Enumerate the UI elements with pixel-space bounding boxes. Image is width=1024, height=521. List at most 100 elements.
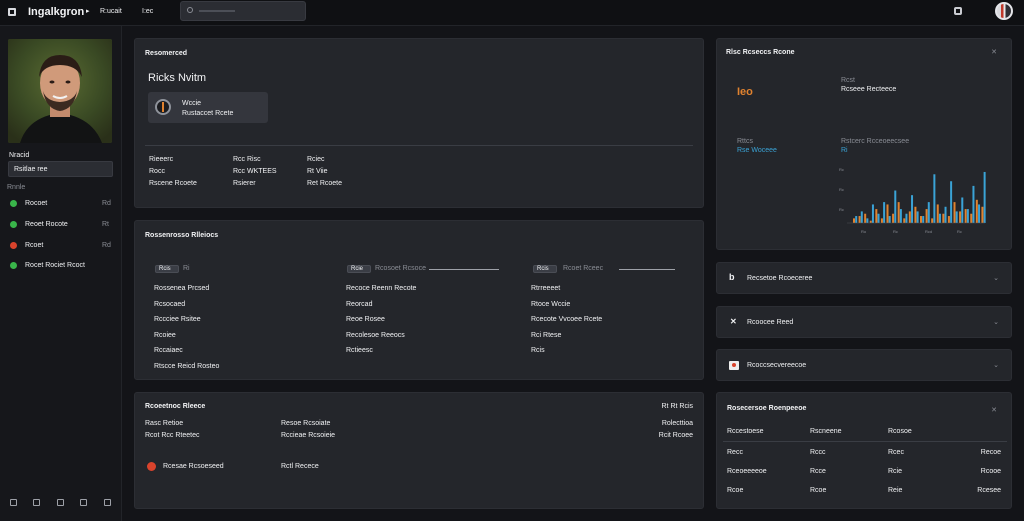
profile-photo xyxy=(8,39,112,143)
table-cell: Rcoe xyxy=(810,487,827,494)
table-title: Rosecersoe Roenpeeoe xyxy=(727,405,807,412)
chart-bar xyxy=(853,218,855,223)
summary-cell: Rcit Rcoee xyxy=(658,432,693,439)
sidebar-field-value: Rsitlae ree xyxy=(14,166,48,173)
chart-bar xyxy=(944,206,947,223)
collapsible-row-3[interactable]: Rcoccsecvereecoe ⌄ xyxy=(716,349,1012,381)
metric-label-2: Rttcs xyxy=(737,138,753,145)
column-tag: Rcis xyxy=(533,265,557,273)
collapsible-row-1[interactable]: b Recsetoe Rcoeceree ⌄ xyxy=(716,262,1012,294)
profile-chip[interactable]: Wccie Rustaccet Rcete xyxy=(148,92,268,123)
sidebar-item-1[interactable]: Rocoet Rd xyxy=(0,197,121,211)
settings-icon[interactable] xyxy=(104,499,111,506)
notification-icon[interactable] xyxy=(954,7,962,15)
sidebar-section-label: Nracid xyxy=(9,152,30,159)
breadcrumb-item-1[interactable]: R:ucait xyxy=(100,8,122,15)
y-tick-label: Rc xyxy=(839,167,844,172)
sidebar-item-label: Rocet Rociet Rcoct xyxy=(25,262,85,269)
home-icon[interactable] xyxy=(10,499,17,506)
grid-icon[interactable] xyxy=(33,499,40,506)
chart-bar xyxy=(922,216,925,223)
stat-cell: Rciec xyxy=(307,156,325,163)
column-tag: Rcis xyxy=(155,265,179,273)
lock-icon[interactable] xyxy=(57,499,64,506)
profile-name: Ricks Nvitm xyxy=(148,72,207,84)
sidebar-item-3[interactable]: Rcoet Rd xyxy=(0,239,121,253)
chart-bar xyxy=(883,202,886,223)
table-row[interactable]: Rcoe Rcoe Reie Rcesee xyxy=(717,485,1013,497)
chart-bar xyxy=(933,174,936,223)
table-cell: Rcce xyxy=(810,468,826,475)
profile-chip-line-1: Wccie xyxy=(182,100,202,107)
sidebar-field[interactable]: Rsitlae ree xyxy=(8,161,113,177)
detail-row: Reorcad xyxy=(346,300,373,308)
metric-big-value: Ieo xyxy=(737,86,753,98)
stat-cell: Rscene Rcoete xyxy=(149,180,197,187)
chart-bar xyxy=(911,195,914,223)
chart-bar xyxy=(925,209,928,223)
chart-bar xyxy=(959,211,962,223)
summary-right-title: Rt Rt Rcis xyxy=(661,403,694,410)
sidebar-list-label: Rnnle xyxy=(7,184,26,191)
chat-icon[interactable] xyxy=(80,499,87,506)
chart-bar xyxy=(964,209,967,223)
sidebar-item-4[interactable]: Rocet Rociet Rcoct xyxy=(0,259,121,273)
user-avatar[interactable] xyxy=(995,2,1013,20)
table-cell: Rceoeeeeoe xyxy=(727,468,767,475)
column-rows: Recoce Reenn Recote Reorcad Reoe Rosee R… xyxy=(346,285,416,363)
y-tick-label: Rc xyxy=(839,207,844,212)
status-green-icon xyxy=(10,262,17,269)
metric-label-3: Rstcerc Rcceoeecsee xyxy=(841,138,910,145)
summary-card: Rcoeetnoc Rleece Rt Rt Rcis Rasc Retioe … xyxy=(134,392,704,509)
detail-row: Rcsocaed xyxy=(154,300,186,308)
menu-grid-icon[interactable] xyxy=(8,8,16,16)
metric-value-2: Rse Woceee xyxy=(737,147,777,154)
chevron-down-icon: ⌄ xyxy=(993,319,999,326)
sidebar-item-2[interactable]: Reoet Rocote Rt xyxy=(0,218,121,232)
app-title: Ingalkgron xyxy=(28,6,85,18)
detail-row: Rcis xyxy=(531,347,545,354)
b-icon: b xyxy=(729,272,735,282)
stat-cell: Ret Rcoete xyxy=(307,180,343,187)
table-cell: Rcooe xyxy=(980,468,1001,475)
sidebar-item-label: Rcoet xyxy=(25,242,44,249)
summary-alert-value: Rctl Recece xyxy=(281,463,319,470)
sidebar-item-count: Rt xyxy=(102,221,109,228)
detail-row: Recoce Reenn Recote xyxy=(346,285,417,292)
x-tick-label: Rc xyxy=(957,229,962,234)
chart-bar xyxy=(914,206,917,223)
table-cell: Rcesee xyxy=(977,487,1001,494)
chart-bar xyxy=(860,211,863,223)
summary-cell: Rasc Retioe xyxy=(145,420,184,427)
status-green-icon xyxy=(10,200,17,207)
chart-bar xyxy=(903,218,906,223)
metric-value-1: Rcseee Recteece xyxy=(841,86,897,93)
breadcrumb-item-2[interactable]: I:ec xyxy=(142,8,153,15)
stat-cell: Rcc WKTEES xyxy=(233,168,277,175)
table-cell: Rcec xyxy=(888,449,904,456)
chart-bar xyxy=(886,204,889,223)
chart-bar xyxy=(855,216,858,223)
chart-bar xyxy=(975,199,978,223)
search-input[interactable] xyxy=(180,1,306,21)
collapsible-row-2[interactable]: ✕ Rcoocee Reed ⌄ xyxy=(716,306,1012,338)
chart-bar xyxy=(947,216,950,223)
logo-icon xyxy=(155,99,171,115)
chart-bar xyxy=(866,218,869,223)
profile-card: Resomerced Ricks Nvitm Wccie Rustaccet R… xyxy=(134,38,704,208)
close-icon[interactable]: ✕ xyxy=(991,406,997,414)
metric-label-1: Rcst xyxy=(841,77,855,84)
collapsible-label: Rcoocee Reed xyxy=(747,319,794,326)
column-head: Rcosoet Rcsoce xyxy=(375,265,426,272)
table-row[interactable]: Rceoeeeeoe Rcce Rcie Rcooe xyxy=(717,466,1013,478)
chart-bar xyxy=(972,185,975,223)
column-head: Ri xyxy=(183,265,190,272)
x-tick-label: Rcd xyxy=(925,229,932,234)
details-card: Rossenrosso Rlleiocs Rcis Ri Rossenea Pr… xyxy=(134,220,704,380)
close-icon[interactable]: ✕ xyxy=(991,48,997,56)
detail-row: Rccaiaec xyxy=(154,347,183,354)
table-cell: Reie xyxy=(888,487,903,494)
detail-row: Rcecote Vvcoee Rcete xyxy=(531,316,603,323)
table-row[interactable]: Recc Rccc Rcec Recoe xyxy=(717,447,1013,459)
profile-chip-line-2: Rustaccet Rcete xyxy=(182,110,234,117)
